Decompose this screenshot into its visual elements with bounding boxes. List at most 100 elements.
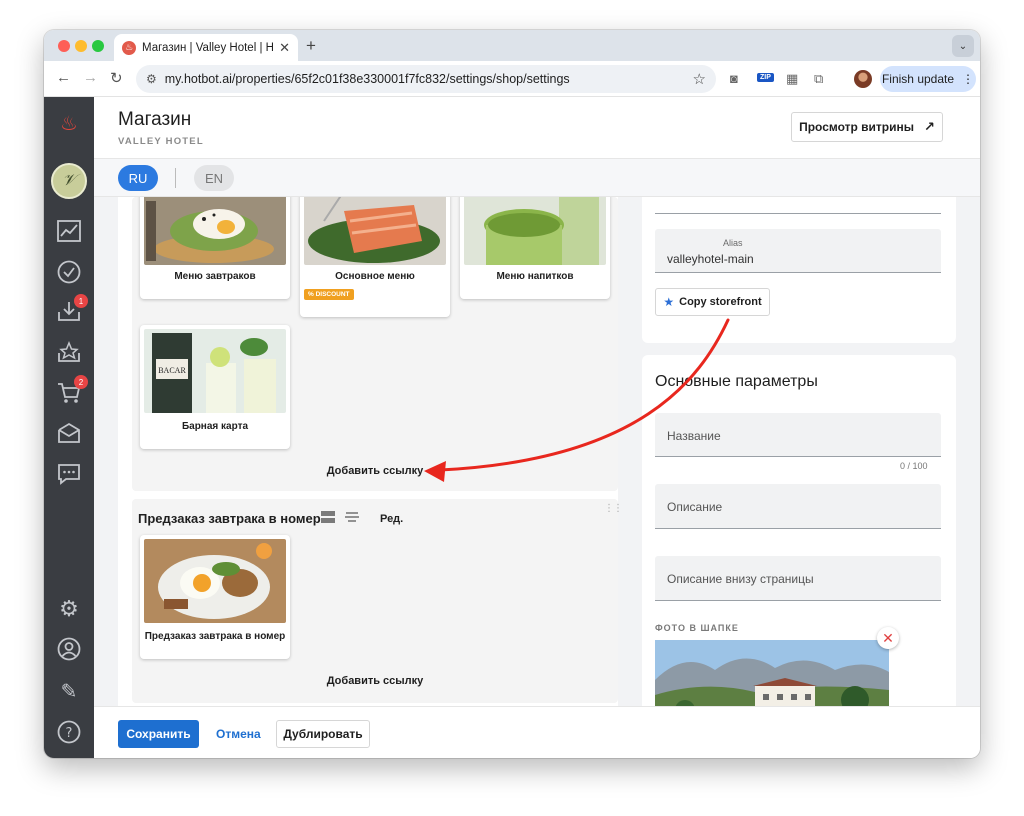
help-question-icon[interactable]: ? [55,718,83,746]
layout-blocks-icon[interactable] [320,510,336,524]
add-link-button[interactable]: Добавить ссылку [132,675,618,687]
site-settings-icon[interactable]: ⚙ [146,72,157,86]
alias-value: valleyhotel-main [667,252,754,266]
edit-pencil-icon[interactable]: ✎ [55,677,83,705]
menu-sections-column: Меню завтраков Основное меню % DISCOUNT … [118,197,623,706]
url-text: my.hotbot.ai/properties/65f2c01f38e33000… [164,72,570,86]
maximize-window-button[interactable] [92,40,104,52]
camera-extension-icon[interactable]: ◙ [730,71,738,86]
edit-section-button[interactable]: Ред. [380,513,403,525]
alias-field[interactable]: Alias valleyhotel-main [655,229,941,273]
language-en-button[interactable]: EN [194,165,234,191]
preview-storefront-button[interactable]: Просмотр витрины ↗ [791,112,943,142]
qr-extension-icon[interactable]: ▦ [786,71,798,87]
language-divider [175,168,176,188]
cancel-button[interactable]: Отмена [216,720,261,748]
menu-card-bar[interactable]: BACAR Барная карта [140,325,290,449]
hotbot-flame-logo-icon[interactable]: ♨ [55,109,83,137]
name-field[interactable]: Название [655,413,941,457]
external-link-arrow-icon: ↗ [924,119,935,134]
extensions-puzzle-icon[interactable]: ⧉ [814,71,823,87]
room-breakfast-image [144,539,286,623]
star-icon: ★ [663,295,675,309]
main-params-card: Основные параметры Название 0 / 100 Опис… [642,355,956,706]
drag-handle-icon[interactable]: ⋮⋮ [604,503,623,514]
menu-card-label: Меню напитков [496,271,574,282]
close-tab-icon[interactable]: ✕ [279,40,290,56]
account-user-icon[interactable] [55,635,83,663]
main-content[interactable]: Меню завтраков Основное меню % DISCOUNT … [94,197,980,706]
finish-update-button[interactable]: Finish update ⋮ [880,66,976,92]
tab-search-icon[interactable]: ⌄ [952,35,974,57]
bar-image: BACAR [144,329,286,413]
section-title: Основные параметры [655,373,818,390]
delete-photo-button[interactable]: ✕ [877,627,899,649]
main-menu-image [304,197,446,265]
new-tab-icon[interactable]: + [306,36,316,56]
browser-tab[interactable]: ♨ Магазин | Valley Hotel | Hotbot ✕ [114,34,298,61]
app-sidebar: ♨ 𝒱 1 2 ⚙ ✎ ? [44,97,94,758]
storefront-card: Alias valleyhotel-main ★ Copy storefront [642,197,956,343]
header-photo-label: ФОТО В ШАПКЕ [655,623,739,633]
back-arrow-icon[interactable]: ← [56,69,71,86]
bookmark-star-icon[interactable]: ☆ [693,70,706,88]
more-vert-icon: ⋮ [962,72,975,86]
downloads-badge: 1 [74,294,88,308]
description-field[interactable]: Описание [655,484,941,529]
copy-storefront-label: Copy storefront [679,296,762,308]
close-window-button[interactable] [58,40,70,52]
discount-badge: % DISCOUNT [304,289,354,300]
copy-storefront-button[interactable]: ★ Copy storefront [655,288,770,316]
browser-toolbar: ← → ↻ ⚙ my.hotbot.ai/properties/65f2c01f… [44,61,980,97]
address-bar[interactable]: ⚙ my.hotbot.ai/properties/65f2c01f38e330… [136,65,716,93]
menu-card-label: Предзаказ завтрака в номер [144,631,286,642]
name-char-counter: 0 / 100 [900,461,928,471]
profile-avatar[interactable] [854,70,872,88]
menu-section-breakfast-preorder: Предзаказ завтрака в номер Ред. ⋮⋮ Предз… [132,499,623,703]
settings-gear-icon[interactable]: ⚙ [55,595,83,623]
layout-list-icon[interactable] [344,510,360,524]
menu-card-drinks[interactable]: Меню напитков [460,197,610,299]
svg-text:BACAR: BACAR [158,366,186,375]
menu-section-main: Меню завтраков Основное меню % DISCOUNT … [132,197,618,491]
duplicate-button[interactable]: Дублировать [276,720,370,748]
analytics-chart-icon[interactable] [55,217,83,245]
reviews-stars-icon[interactable] [55,338,83,366]
footer-description-label: Описание внизу страницы [667,572,814,586]
mail-send-icon[interactable] [55,419,83,447]
page-title: Магазин [118,109,192,130]
add-link-button[interactable]: Добавить ссылку [132,465,618,477]
drinks-image [464,197,606,265]
menu-card-room-breakfast[interactable]: Предзаказ завтрака в номер [140,535,290,659]
section-title: Предзаказ завтрака в номер [138,511,321,526]
property-name: VALLEY HOTEL [118,136,204,147]
language-ru-button[interactable]: RU [118,165,158,191]
name-field-label: Название [667,429,721,443]
tab-strip: ♨ Магазин | Valley Hotel | Hotbot ✕ + ⌄ [44,30,980,61]
menu-card-label: Основное меню [335,271,415,282]
flame-favicon-icon: ♨ [122,40,136,55]
menu-card-label: Меню завтраков [174,271,256,282]
tasks-check-icon[interactable] [55,258,83,286]
save-button[interactable]: Сохранить [118,720,199,748]
description-field-label: Описание [667,500,723,514]
menu-card-breakfast[interactable]: Меню завтраков [140,197,290,299]
breakfast-image [144,197,286,265]
reload-icon[interactable]: ↻ [110,69,123,87]
property-logo-avatar[interactable]: 𝒱 [51,163,87,199]
footer-description-field[interactable]: Описание внизу страницы [655,556,941,601]
menu-card-main[interactable]: Основное меню % DISCOUNT [300,197,450,317]
forward-arrow-icon[interactable]: → [83,69,98,86]
tab-title: Магазин | Valley Hotel | Hotbot [142,41,274,54]
finish-update-label: Finish update [881,72,955,86]
cart-badge: 2 [74,375,88,389]
minimize-window-button[interactable] [75,40,87,52]
chat-bubble-icon[interactable] [55,460,83,488]
action-footer: Сохранить Отмена Дублировать [94,706,980,758]
zip-extension-icon[interactable]: ZIP [757,73,774,82]
menu-card-label: Барная карта [181,421,249,432]
preview-storefront-label: Просмотр витрины [799,120,915,134]
header-photo-image [655,640,889,706]
alias-label: Alias [723,238,743,248]
svg-text:?: ? [66,726,73,741]
